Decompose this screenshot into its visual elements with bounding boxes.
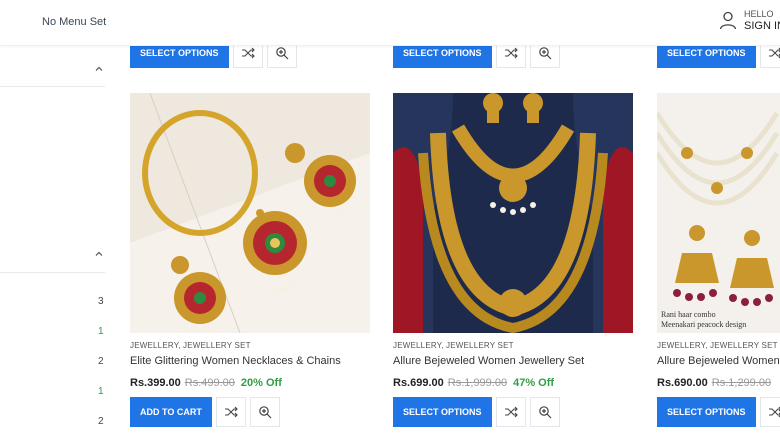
- zoom-icon: [275, 47, 288, 60]
- filter-count: 1: [98, 386, 104, 397]
- compare-button[interactable]: [215, 397, 246, 427]
- shuffle-icon: [504, 406, 518, 418]
- product-actions: SELECT OPTIONS: [393, 397, 560, 427]
- quick-view-button[interactable]: [249, 397, 280, 427]
- product-card: JEWELLERY, JEWELLERY SET Allure Bejewele…: [393, 93, 633, 433]
- necklace-image: Rani haar combo Meenakari peacock design: [657, 93, 780, 333]
- product-category[interactable]: JEWELLERY, JEWELLERY SET: [393, 341, 514, 350]
- discount-badge: 47% Off: [513, 377, 555, 389]
- product-price: Rs.690.00 Rs.1,299.00: [657, 377, 771, 389]
- hello-text: HELLO: [744, 9, 774, 19]
- sidebar-divider: [0, 272, 105, 273]
- current-price: Rs.699.00: [393, 377, 444, 389]
- filter-sidebar: 3 1 2 1 2: [0, 46, 112, 440]
- zoom-icon: [538, 406, 551, 419]
- product-image[interactable]: Rani haar combo Meenakari peacock design: [657, 93, 780, 333]
- zoom-icon: [538, 47, 551, 60]
- add-to-cart-button[interactable]: ADD TO CART: [130, 397, 212, 427]
- account-link[interactable]: HELLO SIGN IN: [718, 8, 780, 32]
- image-caption: Rani haar combo: [661, 310, 716, 319]
- shuffle-icon: [224, 406, 238, 418]
- compare-button[interactable]: [495, 397, 526, 427]
- user-icon: [719, 11, 737, 30]
- chevron-up-icon[interactable]: [94, 64, 104, 74]
- product-title[interactable]: Elite Glittering Women Necklaces & Chain…: [130, 355, 341, 367]
- product-card: JEWELLERY, JEWELLERY SET Elite Glitterin…: [130, 93, 370, 433]
- shuffle-icon: [768, 406, 780, 418]
- compare-button[interactable]: [759, 397, 780, 427]
- product-price: Rs.699.00 Rs.1,999.00 47% Off: [393, 377, 554, 389]
- quick-view-button[interactable]: [529, 397, 560, 427]
- zoom-icon: [259, 406, 272, 419]
- current-price: Rs.690.00: [657, 377, 708, 389]
- product-card: Rani haar combo Meenakari peacock design…: [657, 93, 780, 433]
- necklace-image: [393, 93, 633, 333]
- product-title[interactable]: Allure Bejeweled Women Jewellery Set: [393, 355, 584, 367]
- sign-in-link[interactable]: SIGN IN: [744, 20, 780, 32]
- product-image[interactable]: [393, 93, 633, 333]
- shuffle-icon: [768, 47, 780, 59]
- product-category[interactable]: JEWELLERY, JEWELLERY SET: [657, 341, 778, 350]
- filter-count: 1: [98, 326, 104, 337]
- product-actions: ADD TO CART: [130, 397, 280, 427]
- select-options-button[interactable]: SELECT OPTIONS: [657, 397, 756, 427]
- product-title[interactable]: Allure Bejeweled Women Jewellery Set: [657, 355, 780, 367]
- current-price: Rs.399.00: [130, 377, 181, 389]
- filter-count: 2: [98, 356, 104, 367]
- product-price: Rs.399.00 Rs.499.00 20% Off: [130, 377, 282, 389]
- menu-label[interactable]: No Menu Set: [42, 16, 106, 28]
- chevron-up-icon[interactable]: [94, 249, 104, 259]
- product-category[interactable]: JEWELLERY, JEWELLERY SET: [130, 341, 251, 350]
- discount-badge: 20% Off: [240, 377, 282, 389]
- image-caption: Meenakari peacock design: [661, 320, 746, 329]
- sidebar-divider: [0, 86, 105, 87]
- shuffle-icon: [504, 47, 518, 59]
- site-header: No Menu Set HELLO SIGN IN: [0, 0, 780, 46]
- necklace-image: [130, 93, 370, 333]
- original-price: Rs.499.00: [184, 377, 235, 389]
- product-image[interactable]: [130, 93, 370, 333]
- select-options-button[interactable]: SELECT OPTIONS: [393, 397, 492, 427]
- shuffle-icon: [241, 47, 255, 59]
- product-actions: SELECT OPTIONS: [657, 397, 780, 427]
- original-price: Rs.1,999.00: [447, 377, 508, 389]
- filter-count: 3: [98, 296, 104, 307]
- original-price: Rs.1,299.00: [711, 377, 772, 389]
- filter-count: 2: [98, 416, 104, 427]
